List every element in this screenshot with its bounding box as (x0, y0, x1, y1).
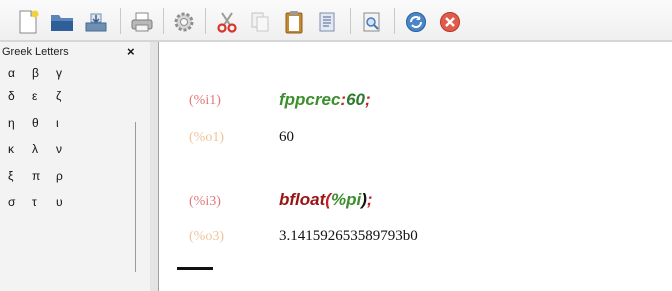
greek-letter-button[interactable]: σ (8, 195, 32, 217)
greek-letter-button[interactable]: γ (56, 66, 80, 88)
copy-icon[interactable] (246, 8, 274, 36)
interrupt-icon[interactable] (436, 8, 464, 36)
save-icon[interactable] (82, 8, 110, 36)
greek-letter-button[interactable]: θ (32, 116, 56, 138)
toolbar (0, 0, 672, 40)
greek-row: ξ π ρ (8, 169, 80, 191)
greek-letter-button[interactable]: β (32, 66, 56, 88)
output-value: 60 (279, 129, 294, 145)
input-label: (%i1) (189, 93, 221, 108)
expression-token: bfloat (279, 190, 326, 209)
greek-letter-button[interactable]: η (8, 116, 32, 138)
select-all-icon[interactable] (313, 8, 341, 36)
expression-token: fppcrec (279, 90, 341, 109)
expression-token: %pi (330, 190, 362, 209)
greek-letter-button[interactable]: υ (56, 195, 80, 217)
toolbar-separator (163, 8, 164, 34)
new-document-icon[interactable] (14, 8, 42, 36)
insertion-cursor (177, 267, 213, 270)
paste-icon[interactable] (280, 8, 308, 36)
expression-token: ; (365, 90, 371, 109)
panel-scrollbar[interactable] (135, 122, 136, 272)
greek-row: σ τ υ (8, 195, 80, 217)
greek-letter-button[interactable]: ε (32, 89, 56, 111)
input-label: (%i3) (189, 194, 221, 209)
output-label: (%o3) (189, 229, 224, 244)
greek-row: κ λ ν (8, 142, 80, 164)
expression-token: ; (366, 190, 373, 209)
greek-row: α β γ (8, 66, 80, 88)
panel-splitter[interactable] (150, 42, 159, 291)
greek-letter-button[interactable]: ζ (56, 89, 80, 111)
refresh-icon[interactable] (402, 8, 430, 36)
greek-letters-panel: Greek Letters × α β γ δ ε ζ η θ ι κ λ ν … (0, 42, 151, 291)
input-expression[interactable]: fppcrec:60; (279, 90, 371, 110)
greek-letter-button[interactable]: λ (32, 142, 56, 164)
greek-letter-button[interactable]: ι (56, 116, 80, 138)
greek-letter-button[interactable]: ρ (56, 169, 80, 191)
input-expression[interactable]: bfloat(%pi); (279, 190, 373, 210)
greek-letter-button[interactable]: ξ (8, 169, 32, 191)
greek-letter-button[interactable]: α (8, 66, 32, 88)
greek-letter-button[interactable]: κ (8, 142, 32, 164)
greek-row: δ ε ζ (8, 89, 80, 111)
output-label: (%o1) (189, 130, 224, 145)
greek-letter-button[interactable]: ν (56, 142, 80, 164)
settings-icon[interactable] (170, 8, 198, 36)
toolbar-separator (394, 8, 395, 34)
close-panel-button[interactable]: × (127, 44, 135, 59)
print-icon[interactable] (128, 8, 156, 36)
open-folder-icon[interactable] (48, 8, 76, 36)
greek-letter-button[interactable]: δ (8, 89, 32, 111)
worksheet[interactable]: (%i1) fppcrec:60; (%o1) 60 (%i3) bfloat(… (159, 42, 672, 291)
toolbar-separator (350, 8, 351, 34)
expression-token: 60 (346, 90, 366, 109)
cut-icon[interactable] (213, 8, 241, 36)
greek-letter-button[interactable]: π (32, 169, 56, 191)
greek-row: η θ ι (8, 116, 80, 138)
panel-title: Greek Letters (2, 46, 69, 58)
greek-letter-button[interactable]: τ (32, 195, 56, 217)
find-icon[interactable] (358, 8, 386, 36)
output-value: 3.141592653589793b0 (279, 228, 418, 244)
toolbar-separator (120, 8, 121, 34)
toolbar-separator (205, 8, 206, 34)
